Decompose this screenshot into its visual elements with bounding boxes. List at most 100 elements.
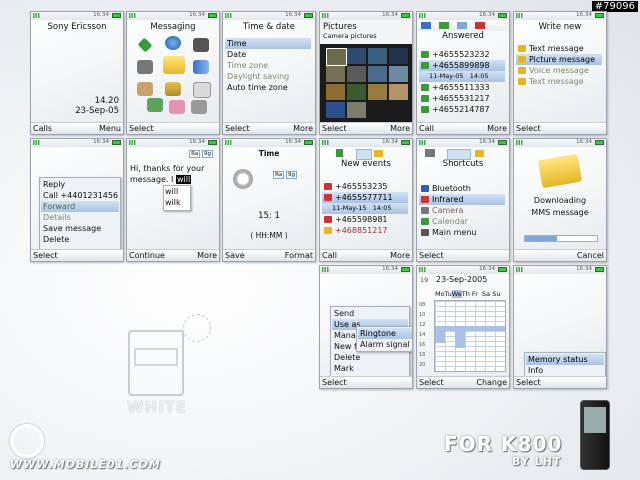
- select-softkey[interactable]: Select: [225, 124, 250, 133]
- continue-softkey[interactable]: Continue: [129, 251, 165, 260]
- list-item[interactable]: Daylight saving: [225, 71, 311, 82]
- globe-icon[interactable]: [165, 36, 181, 50]
- envelope-icon[interactable]: [163, 56, 185, 74]
- thumbnail[interactable]: [389, 84, 408, 100]
- thumbnail[interactable]: [389, 66, 408, 82]
- list-item[interactable]: +4655531217: [419, 93, 505, 104]
- menu-item-reply[interactable]: Reply: [41, 179, 119, 190]
- appointment-block[interactable]: [435, 326, 505, 331]
- thumbnail[interactable]: [368, 84, 387, 100]
- list-item[interactable]: +4655577711: [322, 192, 408, 203]
- thumbnail[interactable]: [326, 66, 345, 82]
- camera-icon[interactable]: [137, 60, 153, 74]
- more-softkey[interactable]: More: [197, 251, 217, 260]
- list-item[interactable]: Date: [225, 49, 311, 60]
- call-softkey[interactable]: Call: [322, 251, 337, 260]
- shortcut-camera[interactable]: Camera: [419, 205, 505, 216]
- tab-all-calls-icon[interactable]: [421, 22, 431, 29]
- list-item[interactable]: +468851217: [322, 225, 408, 236]
- more-softkey[interactable]: More: [487, 124, 507, 133]
- tab-messages-icon[interactable]: [475, 150, 484, 157]
- menu-item-forward[interactable]: Forward: [41, 201, 119, 212]
- select-softkey[interactable]: Select: [516, 124, 541, 133]
- tab-events[interactable]: [356, 149, 372, 160]
- thumbnail[interactable]: [326, 84, 345, 100]
- thumbnail[interactable]: [347, 102, 366, 118]
- tab-answered-icon[interactable]: [439, 22, 449, 29]
- thumbnail[interactable]: [389, 48, 408, 64]
- shortcut-calendar[interactable]: Calendar: [419, 216, 505, 227]
- list-item[interactable]: Picture message: [516, 54, 602, 65]
- menu-item-save[interactable]: Save message: [41, 223, 119, 234]
- menu-item-delete[interactable]: Delete: [332, 352, 408, 363]
- list-item[interactable]: Text message: [516, 76, 602, 87]
- shortcut-bluetooth[interactable]: Bluetooth: [419, 183, 505, 194]
- select-softkey[interactable]: Select: [322, 378, 347, 387]
- menu-softkey[interactable]: Menu: [99, 124, 121, 133]
- contacts-icon[interactable]: [137, 82, 153, 96]
- list-item[interactable]: +4655511333: [419, 82, 505, 93]
- format-softkey[interactable]: Format: [285, 251, 313, 260]
- more-softkey[interactable]: More: [390, 124, 410, 133]
- thumbnail[interactable]: [326, 48, 347, 66]
- thumbnail[interactable]: [347, 84, 366, 100]
- exclamation-tab-icon[interactable]: [336, 149, 343, 157]
- tab-dialled-icon[interactable]: [457, 22, 467, 29]
- menu-item-info[interactable]: Info: [526, 365, 604, 376]
- suggestion-item[interactable]: wilk: [164, 197, 190, 208]
- submenu-item-ringtone[interactable]: Ringtone: [358, 328, 412, 339]
- menu-item-memory-status[interactable]: Memory status: [526, 354, 604, 365]
- change-softkey[interactable]: Change: [476, 378, 507, 387]
- more-softkey[interactable]: More: [390, 251, 410, 260]
- more-softkey[interactable]: More: [293, 124, 313, 133]
- list-item[interactable]: Time zone: [225, 60, 311, 71]
- message-text-area[interactable]: Hi, thanks for your message. I will: [130, 163, 214, 185]
- appointment-block[interactable]: [435, 331, 445, 343]
- shortcut-main-menu[interactable]: Main menu: [419, 227, 505, 238]
- day-label-selected[interactable]: We: [451, 290, 462, 298]
- save-softkey[interactable]: Save: [225, 251, 245, 260]
- thumbnail[interactable]: [347, 48, 366, 64]
- media-icon[interactable]: [193, 60, 209, 74]
- select-softkey[interactable]: Select: [129, 124, 154, 133]
- list-item[interactable]: Text message: [516, 43, 602, 54]
- thumbnail[interactable]: [347, 66, 366, 82]
- time-value-input[interactable]: 15: 1: [223, 211, 315, 221]
- green-arrow-icon[interactable]: [137, 37, 153, 53]
- calls-softkey[interactable]: Calls: [33, 124, 52, 133]
- select-softkey[interactable]: Select: [322, 124, 347, 133]
- calendar-icon[interactable]: [193, 82, 211, 98]
- menu-item-call[interactable]: Call +4401231456: [41, 190, 119, 201]
- menu-item-delete[interactable]: Delete: [41, 234, 119, 245]
- select-softkey[interactable]: Select: [516, 378, 541, 387]
- list-item[interactable]: Auto time zone: [225, 82, 311, 93]
- cancel-softkey[interactable]: Cancel: [577, 251, 604, 260]
- organizer-icon[interactable]: [147, 98, 163, 112]
- list-item[interactable]: Time: [225, 38, 311, 49]
- suggestion-item[interactable]: will: [164, 186, 190, 197]
- tab-missed-icon[interactable]: [475, 22, 485, 29]
- alarm-icon[interactable]: [169, 100, 185, 114]
- shortcut-infrared[interactable]: Infrared: [419, 194, 505, 205]
- thumbnail[interactable]: [368, 48, 387, 64]
- list-item[interactable]: +4655214787: [419, 104, 505, 115]
- tab-shortcuts[interactable]: [447, 149, 471, 160]
- thumbnail[interactable]: [368, 66, 387, 82]
- list-item[interactable]: +4655523232: [419, 49, 505, 60]
- list-item[interactable]: Voice message: [516, 65, 602, 76]
- thumbnail[interactable]: [326, 102, 345, 118]
- select-softkey[interactable]: Select: [33, 251, 58, 260]
- list-item[interactable]: +465553235: [322, 181, 408, 192]
- menu-item-mark[interactable]: Mark: [332, 363, 408, 374]
- week-grid[interactable]: [434, 300, 506, 372]
- call-softkey[interactable]: Call: [419, 124, 434, 133]
- message-tab-icon[interactable]: [374, 150, 383, 157]
- tab-settings-icon[interactable]: [425, 149, 435, 157]
- settings-icon[interactable]: [191, 100, 207, 114]
- submenu-item-alarm[interactable]: Alarm signal: [358, 339, 412, 350]
- menu-item-send[interactable]: Send: [332, 308, 408, 319]
- list-item[interactable]: +465598981: [322, 214, 408, 225]
- folder-icon[interactable]: [165, 82, 181, 96]
- gamepad-icon[interactable]: [193, 38, 209, 52]
- select-softkey[interactable]: Select: [419, 378, 444, 387]
